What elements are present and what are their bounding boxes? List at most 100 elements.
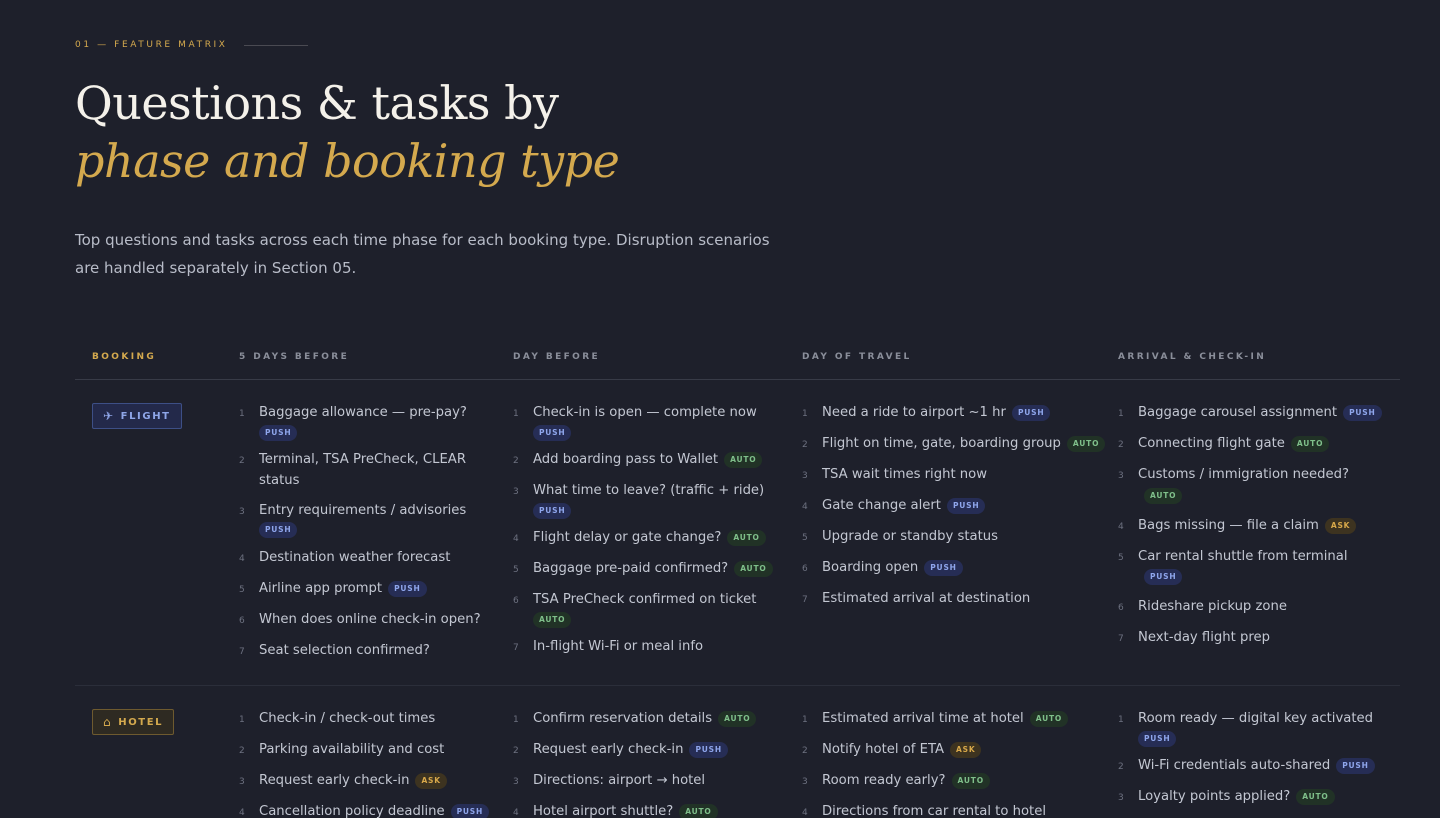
item-number: 5 (802, 533, 808, 543)
item-text: Entry requirements / advisories (259, 502, 467, 518)
item-number: 2 (802, 746, 808, 756)
list-item: 1 Baggage carousel assignment PUSH (1118, 403, 1400, 425)
item-number: 4 (513, 534, 519, 544)
item-number: 3 (1118, 471, 1124, 481)
item-number: 1 (513, 409, 519, 419)
item-number: 3 (1118, 793, 1124, 803)
column-header-booking: BOOKING (92, 352, 157, 362)
eyebrow-rule (243, 44, 308, 46)
tag-badge: PUSH (689, 742, 728, 758)
list-item: 1 Baggage allowance — pre-pay? PUSH (239, 403, 513, 441)
list-item: 2 Connecting flight gate AUTO (1118, 434, 1400, 456)
list-item: 3 Entry requirements / advisories PUSH (239, 501, 513, 538)
booking-badge-hotel[interactable]: ⌂ HOTEL (92, 709, 175, 735)
matrix-header: BOOKING 5 DAYS BEFORE DAY BEFORE DAY OF … (75, 346, 1400, 380)
item-number: 3 (802, 471, 808, 481)
phase-list: 1 Check-in is open — complete now PUSH 2 Add… (513, 403, 802, 685)
intro-paragraph: Top questions and tasks across each time… (75, 231, 770, 277)
tag-badge: AUTO (734, 561, 773, 577)
item-number: 2 (239, 456, 245, 466)
item-number: 6 (802, 564, 808, 574)
item-content: Destination weather forecast (259, 548, 513, 570)
tag-badge: AUTO (951, 773, 990, 789)
tag-badge: ASK (415, 773, 447, 789)
list-item: 4 Flight delay or gate change? AUTO (513, 528, 802, 550)
list-item: 2 Notify hotel of ETA ASK (802, 740, 1118, 762)
tag-badge: PUSH (924, 560, 963, 576)
phase-list: 1 Room ready — digital key activated PUSH 2… (1118, 709, 1400, 818)
item-text: Destination weather forecast (259, 549, 451, 565)
item-number: 3 (513, 777, 519, 787)
item-text: Terminal, TSA PreCheck, CLEAR status (259, 452, 466, 488)
item-content: Hotel airport shuttle? AUTO (533, 802, 802, 818)
item-number: 7 (239, 646, 245, 657)
list-item: 2 Parking availability and cost (239, 740, 513, 762)
item-content: Request early check-in PUSH (533, 740, 802, 762)
item-number: 2 (513, 746, 519, 756)
item-text: Connecting flight gate (1138, 436, 1285, 451)
booking-badge-flight[interactable]: ✈ FLIGHT (92, 403, 182, 429)
tag-badge: AUTO (533, 611, 572, 628)
item-text: Customs / immigration needed? (1138, 467, 1350, 482)
item-text: Next-day flight prep (1138, 630, 1270, 645)
list-item: 1 Room ready — digital key activated PUSH (1118, 709, 1400, 747)
list-item: 2 Add boarding pass to Wallet AUTO (513, 450, 802, 472)
item-text: Confirm reservation details (533, 711, 713, 726)
item-content: Bags missing — file a claim ASK (1138, 516, 1400, 538)
tag-badge: AUTO (724, 452, 763, 468)
list-item: 3 TSA wait times right now (802, 465, 1118, 487)
item-text: When does online check-in open? (259, 611, 481, 627)
item-number: 1 (239, 409, 245, 419)
item-text: Room ready early? (822, 773, 946, 788)
item-number: 5 (1118, 552, 1124, 563)
item-content: Connecting flight gate AUTO (1138, 434, 1400, 456)
list-item: 6 Boarding open PUSH (802, 558, 1118, 580)
list-item: 5 Car rental shuttle from terminal PUSH (1118, 547, 1400, 588)
tag-badge: PUSH (1343, 405, 1382, 421)
item-content: Baggage carousel assignment PUSH (1138, 403, 1400, 425)
eyebrow-label: 01 — FEATURE MATRIX (75, 40, 228, 50)
item-text: Directions: airport → hotel (533, 773, 706, 788)
item-content: Check-in is open — complete now PUSH (533, 403, 802, 441)
tag-badge: AUTO (1066, 436, 1106, 452)
booking-label: HOTEL (118, 716, 164, 728)
item-text: Parking availability and cost (259, 742, 445, 757)
list-item: 3 Customs / immigration needed? AUTO (1118, 465, 1400, 506)
phase-list: 1 Check-in / check-out times 2 Parking avai… (239, 709, 513, 818)
item-text: Seat selection confirmed? (259, 642, 430, 658)
list-item: 1 Check-in / check-out times (239, 709, 513, 731)
phase-list: 1 Need a ride to airport ~1 hr PUSH 2 Flight… (802, 403, 1118, 685)
item-content: Estimated arrival time at hotel AUTO (822, 709, 1118, 731)
plane-icon: ✈ (103, 409, 115, 423)
phase-list: 1 Confirm reservation details AUTO 2 Request… (513, 709, 802, 818)
item-content: Request early check-in ASK (259, 771, 513, 793)
booking-cell: ✈ FLIGHT (75, 403, 239, 685)
item-text: In-flight Wi-Fi or meal info (533, 639, 704, 654)
tag-badge: AUTO (679, 804, 718, 818)
item-content: Need a ride to airport ~1 hr PUSH (822, 403, 1118, 425)
list-item: 5 Upgrade or standby status (802, 527, 1118, 549)
title-line-1: Questions & tasks by (75, 76, 559, 130)
item-number: 1 (802, 409, 808, 419)
item-number: 5 (513, 565, 519, 575)
item-text: Baggage allowance — pre-pay? (259, 405, 467, 420)
item-number: 1 (802, 715, 808, 725)
item-text: Upgrade or standby status (822, 529, 998, 544)
item-number: 6 (513, 596, 519, 606)
item-text: Cancellation policy deadline (259, 804, 445, 818)
tag-badge: AUTO (1296, 789, 1335, 805)
item-text: Loyalty points applied? (1138, 789, 1291, 804)
tag-badge: AUTO (1144, 487, 1183, 504)
item-number: 7 (513, 643, 519, 653)
item-number: 5 (239, 584, 245, 595)
item-number: 2 (239, 746, 245, 756)
item-number: 1 (1118, 409, 1124, 419)
item-content: Upgrade or standby status (822, 527, 1118, 549)
list-item: 7 Seat selection confirmed? (239, 641, 513, 663)
list-item: 4 Gate change alert PUSH (802, 496, 1118, 518)
item-content: Flight delay or gate change? AUTO (533, 528, 802, 550)
item-number: 2 (802, 440, 808, 450)
list-item: 3 What time to leave? (traffic + ride) PUS… (513, 481, 802, 519)
item-number: 3 (513, 487, 519, 497)
item-text: Rideshare pickup zone (1138, 599, 1287, 614)
